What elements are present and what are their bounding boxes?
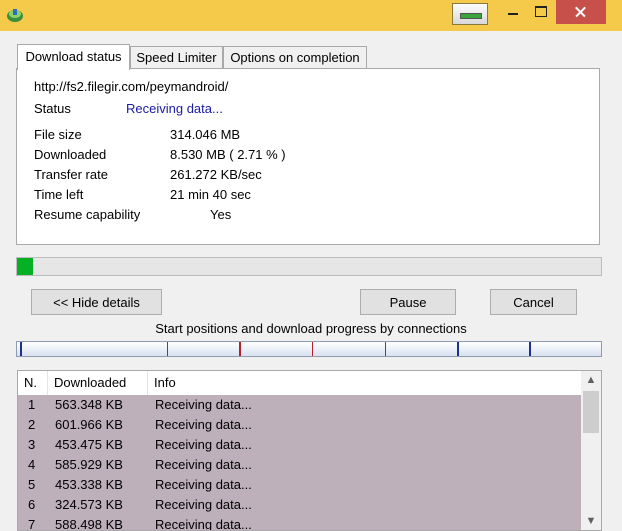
titlebar-extra-button[interactable]: [452, 3, 488, 25]
tab-options-on-completion[interactable]: Options on completion: [223, 46, 367, 68]
row-downloaded: 453.475 KB: [55, 437, 123, 452]
row-number: 7: [28, 517, 36, 531]
row-number: 3: [28, 437, 36, 452]
vertical-scrollbar[interactable]: ▲ ▼: [581, 371, 601, 530]
row-downloaded: 588.498 KB: [55, 517, 123, 531]
row-info: Receiving data...: [155, 477, 252, 492]
row-number: 1: [28, 397, 36, 412]
table-row[interactable]: 2 601.966 KB Receiving data...: [18, 415, 581, 435]
table-header: N. Downloaded Info: [18, 371, 581, 396]
row-number: 5: [28, 477, 36, 492]
connection-start-marker: [385, 342, 386, 356]
file-size-label: File size: [34, 127, 82, 142]
connection-start-marker: [312, 342, 313, 356]
table-row[interactable]: 3 453.475 KB Receiving data...: [18, 435, 581, 455]
file-size-value: 314.046 MB: [170, 127, 241, 142]
table-row[interactable]: 4 585.929 KB Receiving data...: [18, 455, 581, 475]
row-info: Receiving data...: [155, 397, 252, 412]
scroll-down-icon[interactable]: ▼: [581, 512, 601, 530]
download-status-panel: http://fs2.filegir.com/peymandroid/ Stat…: [16, 68, 600, 245]
row-downloaded: 453.338 KB: [55, 477, 123, 492]
row-number: 2: [28, 417, 36, 432]
status-label: Status: [34, 101, 71, 116]
row-info: Receiving data...: [155, 517, 252, 531]
download-url: http://fs2.filegir.com/peymandroid/: [34, 79, 229, 94]
minimize-icon[interactable]: [500, 0, 526, 24]
row-downloaded: 324.573 KB: [55, 497, 123, 512]
row-number: 4: [28, 457, 36, 472]
connections-progress-bar: [16, 341, 602, 357]
scroll-up-icon[interactable]: ▲: [581, 371, 601, 389]
row-info: Receiving data...: [155, 457, 252, 472]
column-header-downloaded[interactable]: Downloaded: [48, 371, 148, 395]
maximize-icon[interactable]: [527, 0, 555, 24]
row-downloaded: 585.929 KB: [55, 457, 123, 472]
tab-download-status[interactable]: Download status: [17, 44, 130, 70]
download-progress-bar: [16, 257, 602, 276]
transfer-rate-label: Transfer rate: [34, 167, 108, 182]
connection-start-marker: [529, 342, 531, 356]
column-header-info[interactable]: Info: [148, 371, 581, 395]
transfer-rate-value: 261.272 KB/sec: [170, 167, 262, 182]
row-info: Receiving data...: [155, 497, 252, 512]
row-downloaded: 563.348 KB: [55, 397, 123, 412]
hide-details-button[interactable]: << Hide details: [31, 289, 162, 315]
row-number: 6: [28, 497, 36, 512]
table-row[interactable]: 7 588.498 KB Receiving data...: [18, 515, 581, 531]
cancel-button[interactable]: Cancel: [490, 289, 577, 315]
tab-speed-limiter[interactable]: Speed Limiter: [130, 46, 223, 68]
scroll-thumb[interactable]: [583, 391, 599, 433]
row-info: Receiving data...: [155, 437, 252, 452]
title-bar[interactable]: [0, 0, 622, 31]
row-info: Receiving data...: [155, 417, 252, 432]
table-row[interactable]: 1 563.348 KB Receiving data...: [18, 395, 581, 415]
downloaded-label: Downloaded: [34, 147, 107, 162]
table-body: 1 563.348 KB Receiving data... 2 601.966…: [18, 395, 581, 531]
pause-button[interactable]: Pause: [360, 289, 456, 315]
connection-start-marker: [239, 342, 241, 356]
app-download-icon: [7, 9, 23, 22]
table-row[interactable]: 5 453.338 KB Receiving data...: [18, 475, 581, 495]
row-downloaded: 601.966 KB: [55, 417, 123, 432]
status-value: Receiving data...: [126, 101, 223, 116]
resume-capability-label: Resume capability: [34, 207, 141, 222]
connections-table[interactable]: N. Downloaded Info 1 563.348 KB Receivin…: [17, 370, 602, 531]
column-header-n[interactable]: N.: [18, 371, 48, 395]
progress-fill: [17, 258, 33, 275]
close-icon[interactable]: [556, 0, 606, 24]
connection-start-marker: [20, 342, 22, 356]
time-left-value: 21 min 40 sec: [170, 187, 251, 202]
time-left-label: Time left: [34, 187, 84, 202]
downloaded-value: 8.530 MB ( 2.71 % ): [170, 147, 286, 162]
table-row[interactable]: 6 324.573 KB Receiving data...: [18, 495, 581, 515]
resume-capability-value: Yes: [210, 207, 232, 222]
connections-label: Start positions and download progress by…: [155, 321, 467, 336]
connection-start-marker: [167, 342, 168, 356]
connection-start-marker: [457, 342, 459, 356]
